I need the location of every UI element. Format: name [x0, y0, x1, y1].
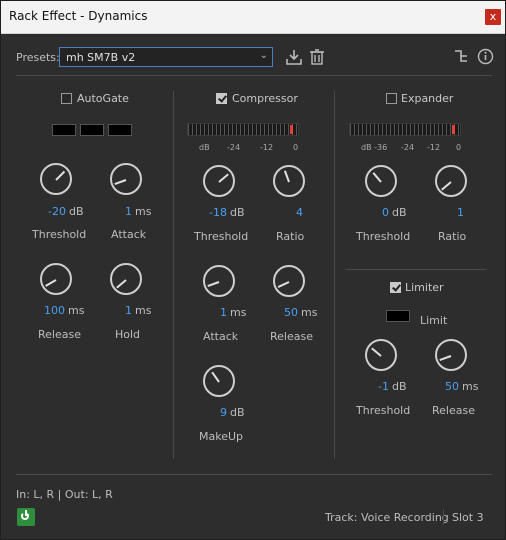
track-name: Track: Voice Recording: [325, 511, 449, 524]
expander-meter-tick: 0: [456, 143, 462, 152]
compressor-ratio-knob[interactable]: [273, 165, 305, 197]
compressor-meter-tick: -12: [260, 143, 274, 152]
close-button[interactable]: x: [485, 9, 501, 25]
section-divider-2: [334, 91, 335, 459]
expander-ratio-value[interactable]: 1: [457, 206, 464, 219]
autogate-hold-label: Hold: [115, 328, 141, 341]
expander-meter-peak: [452, 125, 455, 134]
autogate-release-label: Release: [38, 328, 81, 341]
limiter-release-value[interactable]: 50 ms: [445, 380, 478, 393]
compressor-meter-tick: -24: [227, 143, 241, 152]
autogate-indicator-3: [108, 124, 132, 136]
expander-meter: [349, 123, 461, 136]
save-preset-icon[interactable]: [285, 48, 303, 66]
routing-icon[interactable]: [453, 48, 469, 64]
limiter-release-label: Release: [432, 404, 475, 417]
compressor-attack-label: Attack: [203, 330, 239, 343]
compressor-label: Compressor: [232, 92, 298, 105]
compressor-release-knob[interactable]: [273, 265, 305, 297]
limiter-threshold-value[interactable]: -1 dB: [378, 380, 407, 393]
autogate-indicator-2: [80, 124, 104, 136]
autogate-release-value[interactable]: 100 ms: [44, 304, 84, 317]
compressor-makeup-knob[interactable]: [203, 365, 235, 397]
expander-meter-tick: dB -36: [361, 143, 388, 152]
autogate-checkbox[interactable]: [61, 93, 72, 104]
autogate-indicator-1: [52, 124, 76, 136]
slot-number: Slot 3: [452, 511, 484, 524]
compressor-makeup-label: MakeUp: [199, 430, 244, 443]
limiter-threshold-label: Threshold: [356, 404, 411, 417]
expander-threshold-knob[interactable]: [365, 165, 397, 197]
limiter-threshold-knob[interactable]: [365, 339, 397, 371]
rack-effect-window: Rack Effect - Dynamics x Presets: mh SM7…: [0, 0, 506, 540]
expander-threshold-value[interactable]: 0 dB: [382, 206, 407, 219]
presets-dropdown[interactable]: mh SM7B v2 ⌄: [59, 47, 273, 67]
footer-divider: [16, 474, 492, 475]
window-title: Rack Effect - Dynamics: [9, 9, 148, 23]
section-divider-1: [173, 91, 174, 459]
footer-separator: [443, 509, 444, 525]
power-icon[interactable]: [17, 508, 35, 526]
chevron-down-icon: ⌄: [259, 50, 268, 61]
title-bar: Rack Effect - Dynamics x: [1, 1, 505, 34]
expander-threshold-label: Threshold: [356, 230, 411, 243]
autogate-hold-value[interactable]: 1 ms: [125, 304, 151, 317]
compressor-meter: [187, 123, 299, 136]
autogate-label: AutoGate: [77, 92, 129, 105]
compressor-threshold-knob[interactable]: [203, 165, 235, 197]
compressor-meter-peak: [290, 125, 293, 134]
compressor-ratio-label: Ratio: [276, 230, 305, 243]
compressor-checkbox[interactable]: [216, 93, 227, 104]
limiter-label: Limiter: [405, 281, 444, 294]
compressor-makeup-value[interactable]: 9 dB: [220, 406, 245, 419]
autogate-hold-knob[interactable]: [110, 263, 142, 295]
autogate-attack-knob[interactable]: [110, 163, 142, 195]
autogate-threshold-value[interactable]: -20 dB: [48, 205, 84, 218]
expander-label: Expander: [401, 92, 454, 105]
presets-selected: mh SM7B v2: [66, 51, 136, 64]
limiter-release-knob[interactable]: [435, 339, 467, 371]
autogate-threshold-label: Threshold: [32, 228, 87, 241]
expander-ratio-label: Ratio: [438, 230, 467, 243]
compressor-release-value[interactable]: 50 ms: [284, 306, 317, 319]
header-divider: [16, 75, 492, 76]
compressor-attack-value[interactable]: 1 ms: [220, 306, 246, 319]
info-icon[interactable]: [477, 48, 494, 65]
expander-ratio-knob[interactable]: [435, 165, 467, 197]
limiter-checkbox[interactable]: [390, 282, 401, 293]
limit-label: Limit: [420, 314, 448, 327]
compressor-threshold-value[interactable]: -18 dB: [209, 206, 245, 219]
expander-limiter-divider: [346, 269, 486, 270]
compressor-release-label: Release: [270, 330, 313, 343]
compressor-threshold-label: Threshold: [194, 230, 249, 243]
compressor-meter-tick: dB: [199, 143, 210, 152]
expander-meter-tick: -24: [401, 143, 415, 152]
autogate-release-knob[interactable]: [40, 263, 72, 295]
compressor-attack-knob[interactable]: [203, 265, 235, 297]
delete-preset-icon[interactable]: [309, 48, 325, 66]
presets-label: Presets:: [16, 51, 60, 64]
autogate-attack-value[interactable]: 1 ms: [125, 205, 151, 218]
limiter-indicator: [386, 310, 410, 322]
expander-checkbox[interactable]: [386, 93, 397, 104]
autogate-threshold-knob[interactable]: [40, 163, 72, 195]
autogate-attack-label: Attack: [111, 228, 147, 241]
compressor-meter-tick: 0: [293, 143, 299, 152]
expander-meter-tick: -12: [427, 143, 441, 152]
compressor-ratio-value[interactable]: 4: [296, 206, 303, 219]
io-routing-text: In: L, R | Out: L, R: [16, 488, 113, 501]
